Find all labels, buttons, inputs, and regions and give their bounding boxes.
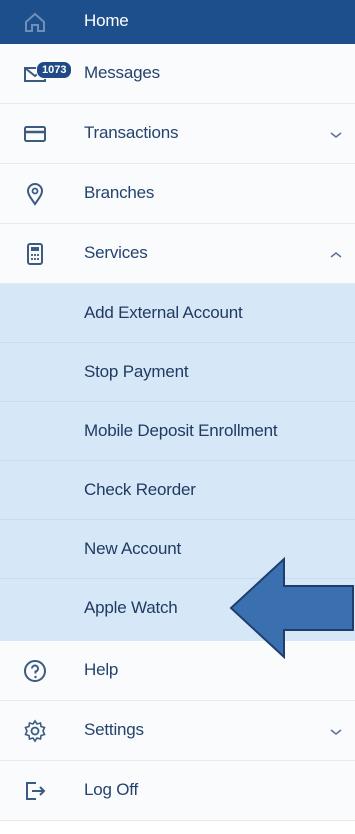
location-pin-icon	[26, 183, 44, 206]
logout-icon	[26, 782, 46, 800]
menu-label-branches: Branches	[84, 183, 155, 202]
menu-label-messages: Messages	[84, 63, 160, 82]
gear-icon	[24, 719, 46, 743]
menu-item-services[interactable]: Services	[0, 224, 355, 284]
submenu-label: New Account	[84, 539, 182, 558]
menu-label-services: Services	[84, 243, 148, 262]
submenu-item-add-external-account[interactable]: Add External Account	[0, 284, 355, 343]
menu-label-log-off: Log Off	[84, 780, 139, 799]
question-icon	[24, 660, 46, 682]
home-icon	[25, 12, 45, 32]
menu-label-transactions: Transactions	[84, 123, 179, 142]
submenu-label: Stop Payment	[84, 362, 189, 381]
card-icon	[24, 126, 46, 142]
menu-label-help: Help	[84, 660, 119, 679]
menu-item-log-off[interactable]: Log Off	[0, 761, 355, 821]
menu-item-home[interactable]: Home	[0, 0, 355, 44]
submenu-label: Apple Watch	[84, 598, 178, 617]
menu-label-home: Home	[84, 11, 129, 30]
chevron-down-icon[interactable]	[329, 130, 343, 140]
submenu-item-stop-payment[interactable]: Stop Payment	[0, 343, 355, 402]
submenu-item-mobile-deposit-enrollment[interactable]: Mobile Deposit Enrollment	[0, 402, 355, 461]
menu-item-branches[interactable]: Branches	[0, 164, 355, 224]
submenu-item-check-reorder[interactable]: Check Reorder	[0, 461, 355, 520]
submenu-label: Mobile Deposit Enrollment	[84, 421, 278, 440]
chevron-up-icon[interactable]	[329, 250, 343, 260]
menu-label-settings: Settings	[84, 720, 144, 739]
messages-count-badge: 1073	[36, 61, 73, 79]
left-arrow-annotation	[229, 556, 354, 660]
submenu-label: Check Reorder	[84, 480, 196, 499]
submenu-label: Add External Account	[84, 303, 243, 322]
side-menu: Home Messages Transactions Branches Serv…	[0, 0, 355, 821]
chevron-down-icon[interactable]	[329, 727, 343, 737]
calculator-icon	[27, 243, 43, 265]
menu-item-settings[interactable]: Settings	[0, 701, 355, 761]
menu-item-transactions[interactable]: Transactions	[0, 104, 355, 164]
